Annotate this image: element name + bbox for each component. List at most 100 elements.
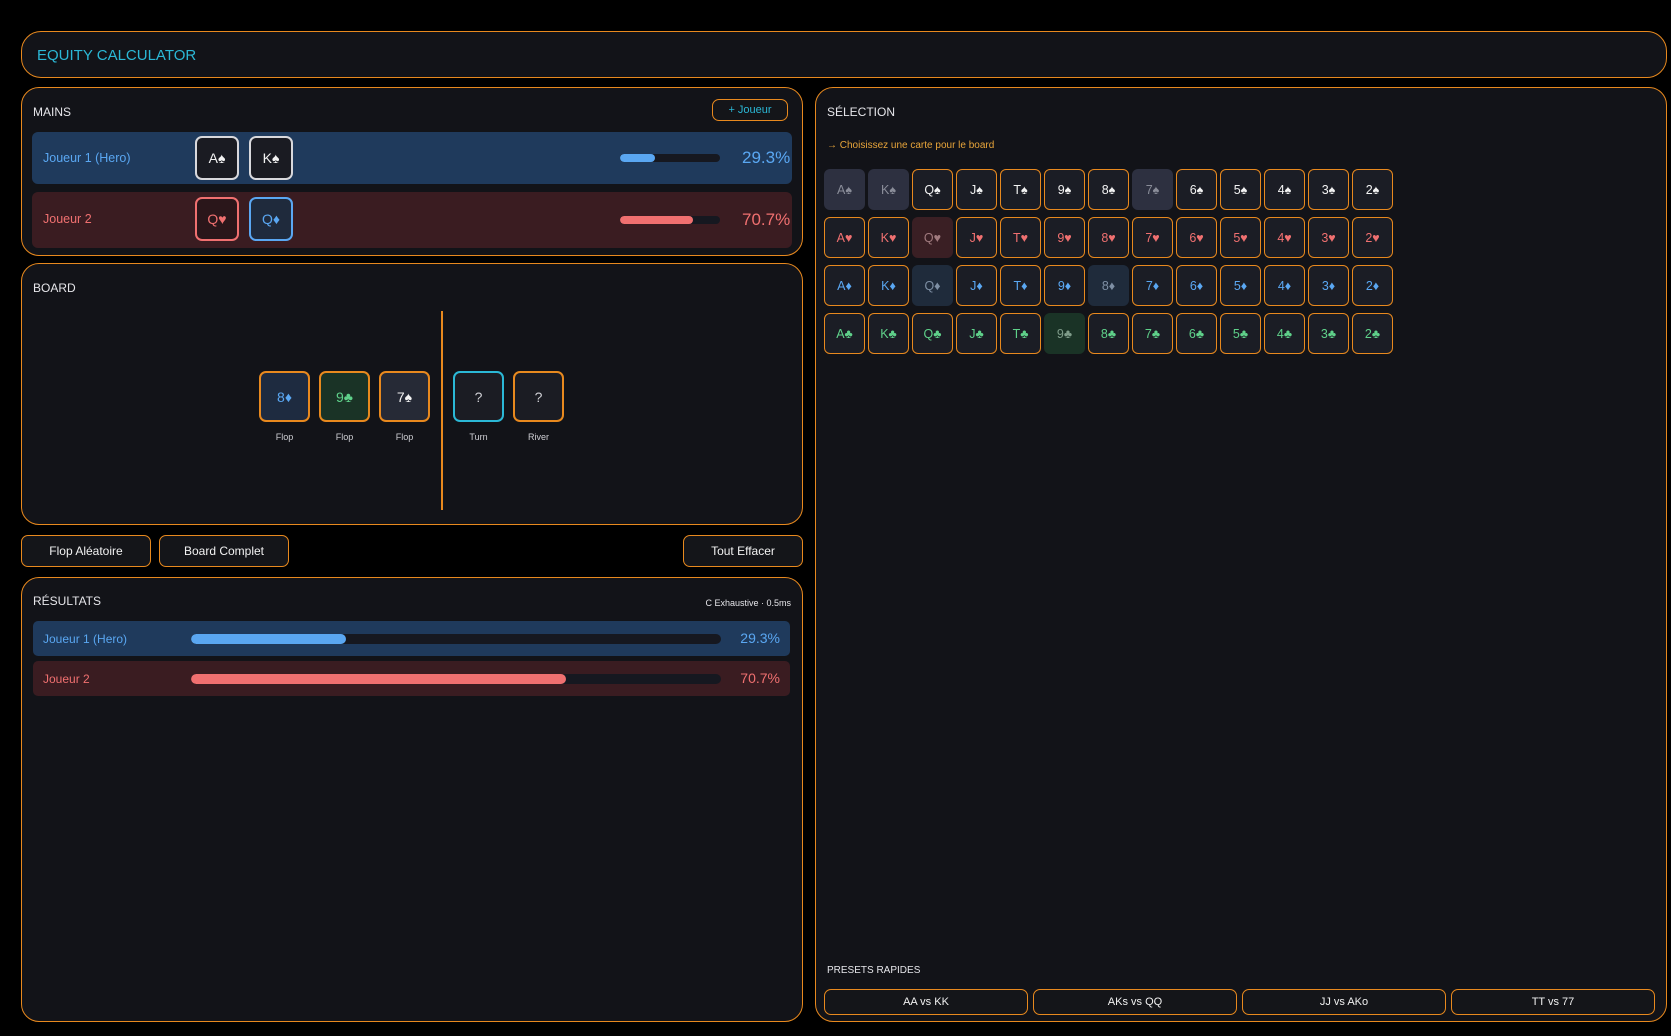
board-card-flop-1[interactable]: 8♦ (259, 371, 310, 422)
equity-value: 70.7% (742, 210, 791, 229)
card-t-heart[interactable]: T♥ (1000, 217, 1041, 258)
card-2-spade[interactable]: 2♠ (1352, 169, 1393, 210)
player-name: Joueur 2 (43, 212, 92, 226)
equity-bar (620, 216, 720, 224)
add-player-button[interactable]: + Joueur (712, 99, 788, 121)
full-board-button[interactable]: Board Complet (159, 535, 289, 567)
villain-card-1[interactable]: Q♥ (195, 197, 239, 241)
card-5-spade[interactable]: 5♠ (1220, 169, 1261, 210)
card-8-club[interactable]: 8♣ (1088, 313, 1129, 354)
board-slot-label: Flop (275, 432, 294, 442)
card-t-spade[interactable]: T♠ (1000, 169, 1041, 210)
card-j-diamond[interactable]: J♦ (956, 265, 997, 306)
card-9-diamond[interactable]: 9♦ (1044, 265, 1085, 306)
card-7-club[interactable]: 7♣ (1132, 313, 1173, 354)
card-7-spade: 7♠ (1132, 169, 1173, 210)
card-5-diamond[interactable]: 5♦ (1220, 265, 1261, 306)
app-title: EQUITY CALCULATOR (37, 47, 197, 64)
selection-title: SÉLECTION (827, 105, 896, 119)
card-5-heart[interactable]: 5♥ (1220, 217, 1261, 258)
card-6-diamond[interactable]: 6♦ (1176, 265, 1217, 306)
card-t-club[interactable]: T♣ (1000, 313, 1041, 354)
equity-bar (620, 154, 720, 162)
random-flop-button[interactable]: Flop Aléatoire (21, 535, 151, 567)
result-row-hero: Joueur 1 (Hero) 29.3% (33, 621, 790, 656)
card-9-spade[interactable]: 9♠ (1044, 169, 1085, 210)
hands-panel: MAINS + Joueur Joueur 1 (Hero) A♠ K♠ 29.… (21, 87, 803, 256)
card-6-heart[interactable]: 6♥ (1176, 217, 1217, 258)
card-2-diamond[interactable]: 2♦ (1352, 265, 1393, 306)
card-k-heart[interactable]: K♥ (868, 217, 909, 258)
card-j-spade[interactable]: J♠ (956, 169, 997, 210)
board-slot-label: Turn (469, 432, 488, 442)
board-slot-label: Flop (395, 432, 414, 442)
card-k-spade: K♠ (868, 169, 909, 210)
card-3-spade[interactable]: 3♠ (1308, 169, 1349, 210)
clear-all-button[interactable]: Tout Effacer (683, 535, 803, 567)
card-8-heart[interactable]: 8♥ (1088, 217, 1129, 258)
card-4-club[interactable]: 4♣ (1264, 313, 1305, 354)
card-k-club[interactable]: K♣ (868, 313, 909, 354)
hands-title: MAINS (33, 105, 72, 119)
card-5-club[interactable]: 5♣ (1220, 313, 1261, 354)
card-3-club[interactable]: 3♣ (1308, 313, 1349, 354)
card-3-heart[interactable]: 3♥ (1308, 217, 1349, 258)
card-j-club[interactable]: J♣ (956, 313, 997, 354)
board-card-turn[interactable]: ? (453, 371, 504, 422)
result-row-villain: Joueur 2 70.7% (33, 661, 790, 696)
card-4-spade[interactable]: 4♠ (1264, 169, 1305, 210)
villain-card-2[interactable]: Q♦ (249, 197, 293, 241)
card-7-diamond[interactable]: 7♦ (1132, 265, 1173, 306)
card-a-club[interactable]: A♣ (824, 313, 865, 354)
equity-value: 29.3% (742, 148, 791, 167)
card-4-diamond[interactable]: 4♦ (1264, 265, 1305, 306)
selection-panel: SÉLECTION → Choisissez une carte pour le… (815, 87, 1667, 1022)
preset-aks-vs-qq-button[interactable]: AKs vs QQ (1033, 989, 1237, 1015)
hero-card-1[interactable]: A♠ (195, 136, 239, 180)
card-6-club[interactable]: 6♣ (1176, 313, 1217, 354)
board-slot-label: Flop (335, 432, 354, 442)
card-2-club[interactable]: 2♣ (1352, 313, 1393, 354)
card-8-spade[interactable]: 8♠ (1088, 169, 1129, 210)
card-j-heart[interactable]: J♥ (956, 217, 997, 258)
preset-tt-vs-77-button[interactable]: TT vs 77 (1451, 989, 1655, 1015)
result-equity-bar (191, 674, 721, 684)
card-3-diamond[interactable]: 3♦ (1308, 265, 1349, 306)
board-card-river[interactable]: ? (513, 371, 564, 422)
result-equity-value: 70.7% (740, 670, 780, 686)
card-a-heart[interactable]: A♥ (824, 217, 865, 258)
equity-bar-fill (620, 154, 655, 162)
result-player-name: Joueur 1 (Hero) (43, 632, 128, 646)
card-k-diamond[interactable]: K♦ (868, 265, 909, 306)
player-row-villain[interactable]: Joueur 2 Q♥ Q♦ 70.7% (32, 192, 792, 248)
presets-title: PRESETS RAPIDES (827, 965, 921, 976)
board-card-flop-2[interactable]: 9♣ (319, 371, 370, 422)
results-panel: RÉSULTATS C Exhaustive · 0.5ms Joueur 1 … (21, 577, 803, 1022)
preset-aa-vs-kk-button[interactable]: AA vs KK (824, 989, 1028, 1015)
result-equity-value: 29.3% (740, 630, 780, 646)
card-9-heart[interactable]: 9♥ (1044, 217, 1085, 258)
card-2-heart[interactable]: 2♥ (1352, 217, 1393, 258)
preset-jj-vs-ako-button[interactable]: JJ vs AKo (1242, 989, 1446, 1015)
result-equity-fill (191, 674, 566, 684)
card-7-heart[interactable]: 7♥ (1132, 217, 1173, 258)
board-slot-label: River (527, 432, 549, 442)
card-q-heart: Q♥ (912, 217, 953, 258)
selection-hint: → Choisissez une carte pour le board (827, 140, 995, 151)
result-equity-fill (191, 634, 347, 644)
card-9-club: 9♣ (1044, 313, 1085, 354)
card-8-diamond: 8♦ (1088, 265, 1129, 306)
hero-card-2[interactable]: K♠ (249, 136, 293, 180)
player-row-hero[interactable]: Joueur 1 (Hero) A♠ K♠ 29.3% (32, 132, 792, 184)
board-title: BOARD (33, 281, 76, 295)
card-a-diamond[interactable]: A♦ (824, 265, 865, 306)
card-6-spade[interactable]: 6♠ (1176, 169, 1217, 210)
card-q-spade[interactable]: Q♠ (912, 169, 953, 210)
card-q-club[interactable]: Q♣ (912, 313, 953, 354)
card-t-diamond[interactable]: T♦ (1000, 265, 1041, 306)
card-4-heart[interactable]: 4♥ (1264, 217, 1305, 258)
result-equity-bar (191, 634, 721, 644)
app-header: EQUITY CALCULATOR (21, 31, 1667, 78)
card-a-spade: A♠ (824, 169, 865, 210)
board-card-flop-3[interactable]: 7♠ (379, 371, 430, 422)
